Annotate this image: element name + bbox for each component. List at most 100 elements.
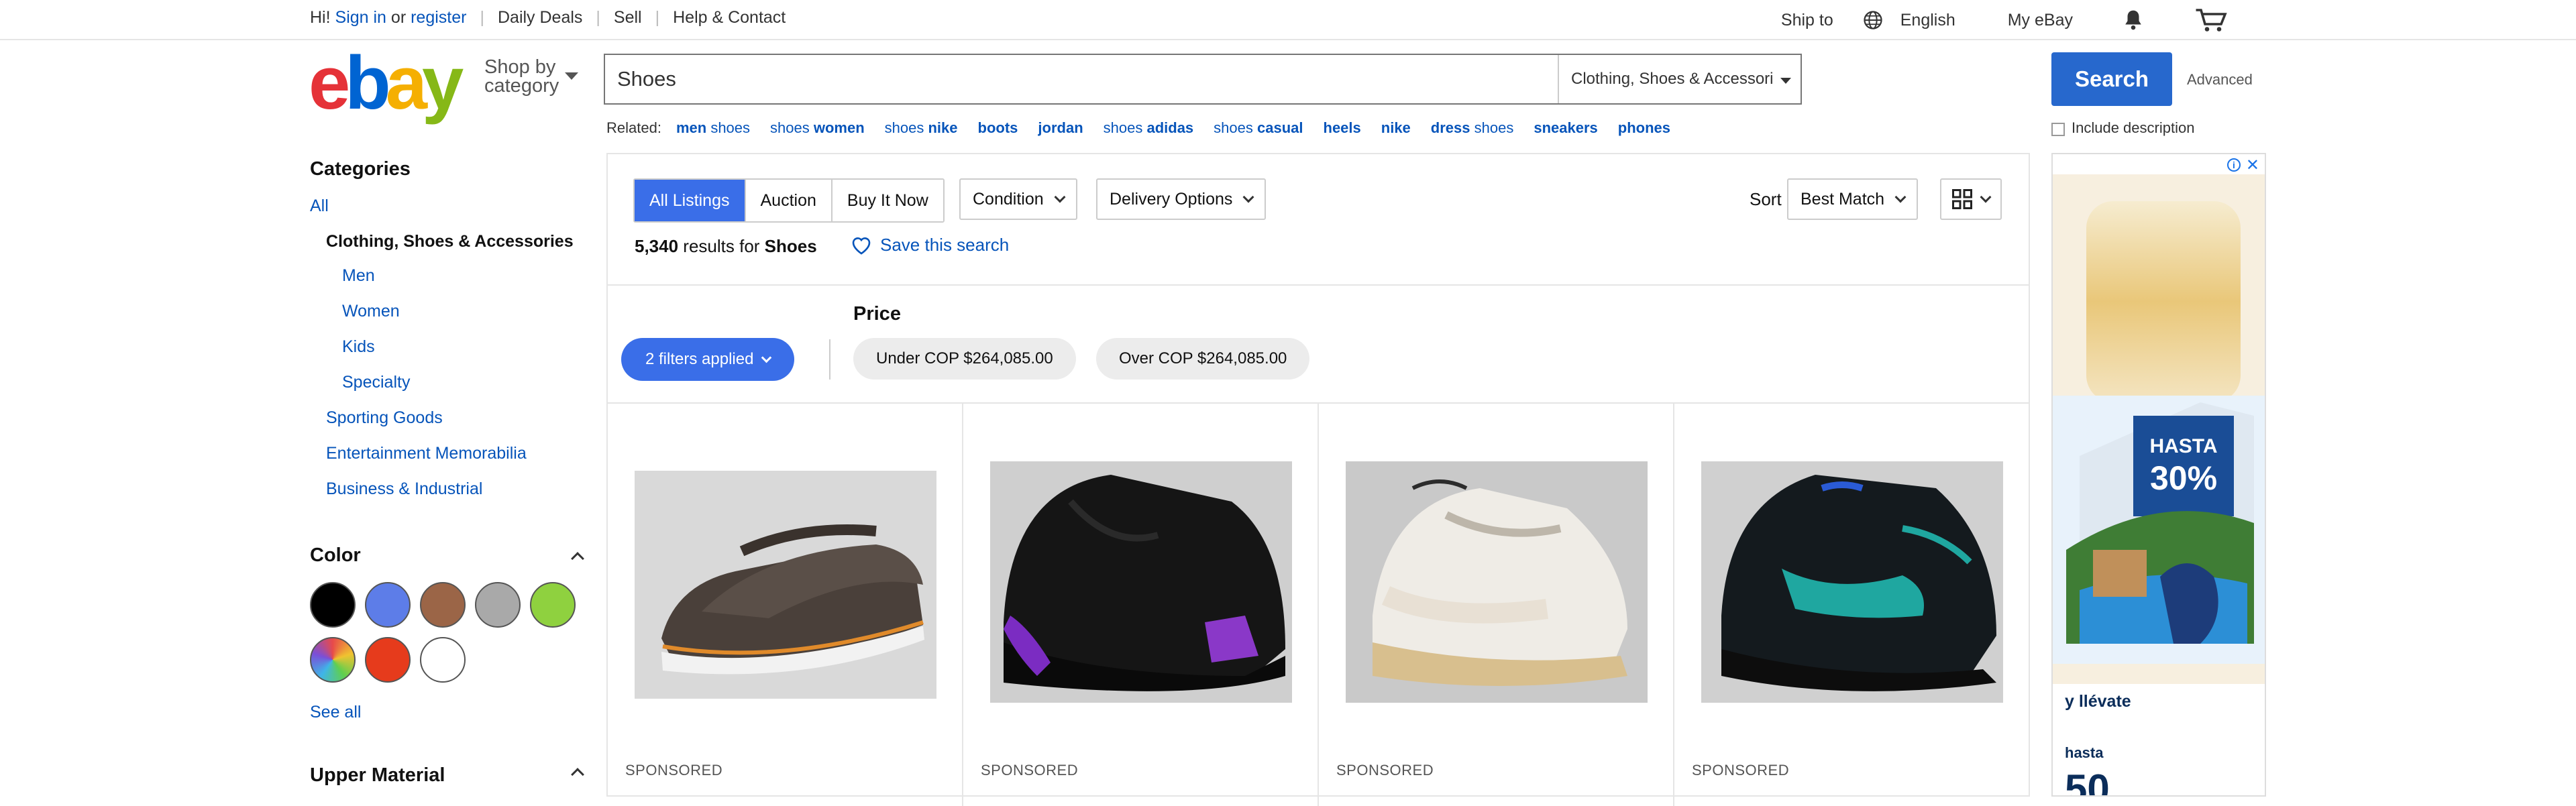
related-link[interactable]: nike (1381, 119, 1411, 137)
sponsored-label: SPONSORED (1692, 762, 1790, 779)
related-link[interactable]: dress shoes (1431, 119, 1514, 137)
product-card[interactable]: SPONSORED (608, 404, 963, 806)
color-swatch-green[interactable] (530, 582, 576, 628)
upper-material-filter-header[interactable]: Upper Material (310, 764, 586, 787)
category-all-link[interactable]: All (310, 196, 592, 216)
search-category-select[interactable]: Clothing, Shoes & Accessori (1558, 55, 1801, 103)
related-link-pre: shoes (884, 119, 928, 136)
category-business-industrial[interactable]: Business & Industrial (326, 479, 592, 499)
color-swatch-multicolor[interactable] (310, 637, 356, 683)
product-shoe-image (1701, 461, 2003, 703)
product-image[interactable] (635, 471, 936, 699)
sidebar-categories: Categories All Clothing, Shoes & Accesso… (310, 158, 592, 515)
related-link[interactable]: shoes adidas (1104, 119, 1194, 137)
category-sub-women[interactable]: Women (342, 302, 592, 321)
filters-applied-button[interactable]: 2 filters applied (621, 338, 795, 381)
daily-deals-link[interactable]: Daily Deals (498, 8, 582, 27)
save-search-button[interactable]: Save this search (851, 235, 1009, 255)
related-link[interactable]: shoes women (770, 119, 865, 137)
language-label: English (1900, 10, 1955, 30)
delivery-options-dropdown[interactable]: Delivery Options (1096, 178, 1267, 220)
product-image[interactable] (990, 461, 1292, 703)
product-card[interactable]: SPONSORED (1319, 404, 1674, 806)
category-sub-specialty[interactable]: Specialty (342, 373, 592, 392)
divider (608, 284, 2029, 286)
see-all-colors-link[interactable]: See all (310, 703, 361, 722)
tab-auction[interactable]: Auction (745, 180, 833, 221)
related-link[interactable]: phones (1618, 119, 1670, 137)
greeting-text: Hi! (310, 8, 331, 27)
advanced-search-link[interactable]: Advanced (2187, 71, 2253, 89)
color-swatch-black[interactable] (310, 582, 356, 628)
product-card[interactable]: SPONSORED (1674, 404, 2030, 806)
category-sub-kids[interactable]: Kids (342, 337, 592, 357)
search-button[interactable]: Search (2051, 52, 2172, 106)
caret-down-icon (1780, 78, 1791, 84)
shop-by-category-button[interactable]: Shop by category (484, 58, 559, 97)
related-link[interactable]: shoes casual (1214, 119, 1303, 137)
related-link[interactable]: sneakers (1534, 119, 1597, 137)
search-category-value: Clothing, Shoes & Accessori (1571, 70, 1774, 88)
tab-all-listings[interactable]: All Listings (635, 180, 746, 221)
color-swatch-white[interactable] (420, 637, 466, 683)
global-header: Hi! Sign in or register | Daily Deals | … (0, 0, 2576, 40)
sponsored-label: SPONSORED (1336, 762, 1434, 779)
related-link-bold: sneakers (1534, 119, 1598, 136)
include-description-option[interactable]: Include description (2051, 119, 2194, 137)
condition-dropdown[interactable]: Condition (959, 178, 1077, 220)
search-input[interactable] (605, 55, 1558, 103)
results-count-query: Shoes (764, 236, 817, 256)
related-link[interactable]: boots (978, 119, 1018, 137)
sell-link[interactable]: Sell (614, 8, 642, 27)
ebay-logo[interactable]: ebay (309, 46, 464, 121)
view-toggle-dropdown[interactable] (1940, 178, 2002, 220)
info-icon[interactable]: i (2227, 158, 2241, 172)
my-ebay-link[interactable]: My eBay (2008, 11, 2073, 30)
or-text: or (390, 8, 407, 27)
shop-by-line2: category (484, 75, 559, 97)
related-link[interactable]: jordan (1038, 119, 1083, 137)
register-link[interactable]: register (411, 8, 466, 27)
related-link-bold: men (676, 119, 707, 136)
price-under-pill[interactable]: Under COP $264,085.00 (853, 338, 1076, 380)
condition-label: Condition (973, 189, 1044, 209)
sponsored-ad-banner[interactable]: i ✕ HASTA 30% y llévate hasta 50 (2051, 153, 2266, 797)
global-header-left: Hi! Sign in or register | Daily Deals | … (310, 8, 786, 27)
color-filter-header[interactable]: Color (310, 544, 586, 567)
related-link[interactable]: men shoes (676, 119, 750, 137)
language-selector[interactable]: English (1863, 10, 1955, 30)
chevron-down-icon (761, 352, 772, 363)
ship-to-button[interactable]: Ship to (1781, 11, 1833, 30)
color-swatch-gray[interactable] (475, 582, 521, 628)
bell-icon[interactable] (2123, 9, 2144, 32)
close-icon[interactable]: ✕ (2246, 156, 2259, 175)
cart-icon[interactable] (2195, 8, 2227, 32)
related-link-bold: casual (1257, 119, 1303, 136)
related-link[interactable]: shoes nike (885, 119, 958, 137)
related-link[interactable]: heels (1324, 119, 1361, 137)
logo-letter: e (309, 41, 350, 125)
chevron-up-icon[interactable] (571, 551, 584, 565)
product-image[interactable] (1346, 461, 1648, 703)
ad-image: HASTA 30% (2053, 174, 2265, 684)
related-link-bold: boots (977, 119, 1018, 136)
price-over-pill[interactable]: Over COP $264,085.00 (1096, 338, 1310, 380)
color-swatch-brown[interactable] (420, 582, 466, 628)
category-sub-men[interactable]: Men (342, 266, 592, 286)
filters-applied-label: 2 filters applied (645, 350, 754, 368)
product-card[interactable]: SPONSORED (963, 404, 1319, 806)
tab-buy-it-now[interactable]: Buy It Now (832, 180, 943, 221)
divider: | (480, 8, 484, 27)
include-description-checkbox[interactable] (2051, 123, 2065, 136)
upper-material-title: Upper Material (310, 764, 445, 786)
caret-down-icon[interactable] (565, 72, 578, 80)
color-swatch-red[interactable] (365, 637, 411, 683)
product-image[interactable] (1701, 461, 2003, 703)
sort-dropdown[interactable]: Best Match (1787, 178, 1919, 220)
sponsored-label: SPONSORED (981, 762, 1079, 779)
help-contact-link[interactable]: Help & Contact (673, 8, 786, 27)
color-swatch-blue[interactable] (365, 582, 411, 628)
category-sporting-goods[interactable]: Sporting Goods (326, 408, 592, 428)
sign-in-link[interactable]: Sign in (335, 8, 386, 27)
category-entertainment-memorabilia[interactable]: Entertainment Memorabilia (326, 444, 592, 463)
